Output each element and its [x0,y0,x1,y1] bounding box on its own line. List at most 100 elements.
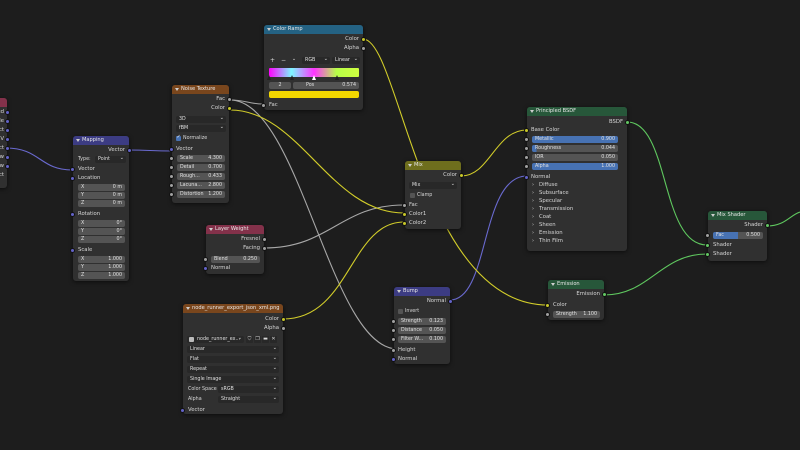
bump-node[interactable]: Bump Normal Invert Strength 0.123 Distanc… [391,287,453,364]
node-header[interactable]: Color Ramp [264,25,363,34]
layer-weight-node[interactable]: Layer Weight Fresnel Facing Blend 0.250 N… [203,225,267,274]
stop-color-swatch[interactable] [269,91,359,98]
rotation-x-field[interactable]: X 0° [78,220,125,227]
distance-field[interactable]: Distance 0.050 [398,327,446,334]
vector-input-socket[interactable] [70,167,75,172]
output-socket[interactable] [5,155,10,160]
mix-color-node[interactable]: Mix Color Mix Clamp Fac Color1 Color2 [402,161,464,229]
output-socket[interactable] [5,146,10,151]
normal-input-socket[interactable] [391,357,396,362]
blend-field[interactable]: Blend 0.250 [211,256,260,263]
emission-output-socket[interactable] [602,292,607,297]
detail-input-socket[interactable] [169,165,174,170]
vector-output-socket[interactable] [127,148,132,153]
ior-field[interactable]: IOR 0.050 [532,154,618,161]
ior-input-socket[interactable] [524,155,529,160]
panel-subsurface[interactable]: Subsurface [539,189,569,197]
metallic-field[interactable]: Metallic 0.900 [532,136,618,143]
alpha-field[interactable]: Alpha 1.000 [532,163,618,170]
strength-input-socket[interactable] [545,312,550,317]
color-ramp-stop-handle[interactable] [289,75,294,80]
dimensions-dropdown[interactable]: 3D [176,116,226,123]
image-selector[interactable]: node_runner_ex... [187,336,244,343]
roughness-field[interactable]: Roughness 0.044 [532,145,618,152]
panel-specular[interactable]: Specular [539,197,562,205]
color-mode-dropdown[interactable]: RGB [302,57,330,64]
bsdf-output-socket[interactable] [625,120,630,125]
strength-field[interactable]: Strength 1.100 [553,311,600,318]
location-input-socket[interactable] [70,176,75,181]
fac-output-socket[interactable] [227,97,232,102]
color-ramp-stop-handle[interactable] [267,75,271,80]
detail-field[interactable]: Detail 0.700 [177,164,225,171]
emission-node[interactable]: Emission Emission Color Strength 1.100 [545,280,607,320]
panel-thin-film[interactable]: Thin Film [539,237,563,245]
node-header[interactable]: Layer Weight [206,225,264,234]
remove-stop-button[interactable]: − [281,57,286,64]
color-ramp-stops[interactable] [267,75,359,81]
strength-input-socket[interactable] [391,319,396,324]
rotation-y-field[interactable]: Y 0° [78,228,125,235]
height-input-socket[interactable] [391,348,396,353]
noise-texture-node[interactable]: Noise Texture Fac Color 3D fBM Normalize… [169,85,232,203]
facing-output-socket[interactable] [262,246,267,251]
interpolation-dropdown[interactable]: Linear [332,57,360,64]
roughness-input-socket[interactable] [524,146,529,151]
output-socket[interactable] [5,119,10,124]
location-x-field[interactable]: X0 m [78,184,125,191]
lacunarity-field[interactable]: Lacuna... 2.800 [177,182,225,189]
panel-emission[interactable]: Emission [539,229,563,237]
color-output-socket[interactable] [281,317,286,322]
color1-input-socket[interactable] [402,212,407,217]
scale-z-field[interactable]: Z 1.000 [78,272,125,279]
blend-type-dropdown[interactable]: Mix [409,182,457,189]
source-dropdown[interactable]: Single Image [187,376,279,383]
mix-shader-node[interactable]: Mix Shader Shader Fac 0.500 Shader Shader [705,211,770,261]
partial-texture-coordinate-node[interactable]: ed le ect UV ect ow ow ect [0,98,10,188]
folder-icon[interactable]: ▬ [262,336,269,343]
fac-input-socket[interactable] [705,233,710,238]
principled-bsdf-node[interactable]: Principled BSDF BSDF Base Color Metallic… [524,107,630,251]
normal-output-socket[interactable] [448,299,453,304]
scale-input-socket[interactable] [70,248,75,253]
color-ramp-stop-handle[interactable] [334,75,339,80]
strength-field[interactable]: Strength 0.123 [398,318,446,325]
shader-output-socket[interactable] [765,223,770,228]
alpha-mode-dropdown[interactable]: Straight [218,396,279,403]
alpha-input-socket[interactable] [524,164,529,169]
fresnel-output-socket[interactable] [262,237,267,242]
rotation-input-socket[interactable] [70,212,75,217]
invert-checkbox[interactable] [398,309,403,314]
color-ramp-stop-handle[interactable] [312,75,316,80]
mapping-node[interactable]: Mapping Vector Type: Point Vector Locati… [70,136,132,281]
node-header[interactable]: Mix Shader [708,211,767,220]
vector-input-socket[interactable] [180,408,185,413]
extension-dropdown[interactable]: Repeat [187,366,279,373]
output-socket[interactable] [5,128,10,133]
normal-input-socket[interactable] [203,266,208,271]
node-header[interactable]: Principled BSDF [527,107,627,116]
projection-dropdown[interactable]: Flat [187,356,279,363]
distortion-input-socket[interactable] [169,192,174,197]
fake-user-icon[interactable]: ⛉ [246,336,253,343]
distance-input-socket[interactable] [391,328,396,333]
type-dropdown[interactable]: Point [95,156,126,163]
fac-input-socket[interactable] [261,103,266,108]
output-socket[interactable] [5,164,10,169]
node-header[interactable]: Emission [548,280,604,289]
node-header[interactable]: Bump [394,287,450,296]
color2-input-socket[interactable] [402,221,407,226]
chevron-down-icon[interactable]: ⌄ [292,57,296,62]
normalize-checkbox[interactable] [176,134,181,141]
node-header[interactable]: node_runner_export_json_xml.png [183,304,283,313]
alpha-output-socket[interactable] [281,326,286,331]
output-socket[interactable] [5,137,10,142]
color-ramp-node[interactable]: Color Ramp Color Alpha + − ⌄ RGB Linear … [261,25,366,110]
roughness-input-socket[interactable] [169,174,174,179]
filter-width-input-socket[interactable] [391,337,396,342]
normal-input-socket[interactable] [524,175,529,180]
node-header[interactable]: Noise Texture [172,85,229,94]
blend-input-socket[interactable] [203,257,208,262]
panel-sheen[interactable]: Sheen [539,221,556,229]
stop-position-field[interactable]: Pos 0.574 [293,82,359,89]
